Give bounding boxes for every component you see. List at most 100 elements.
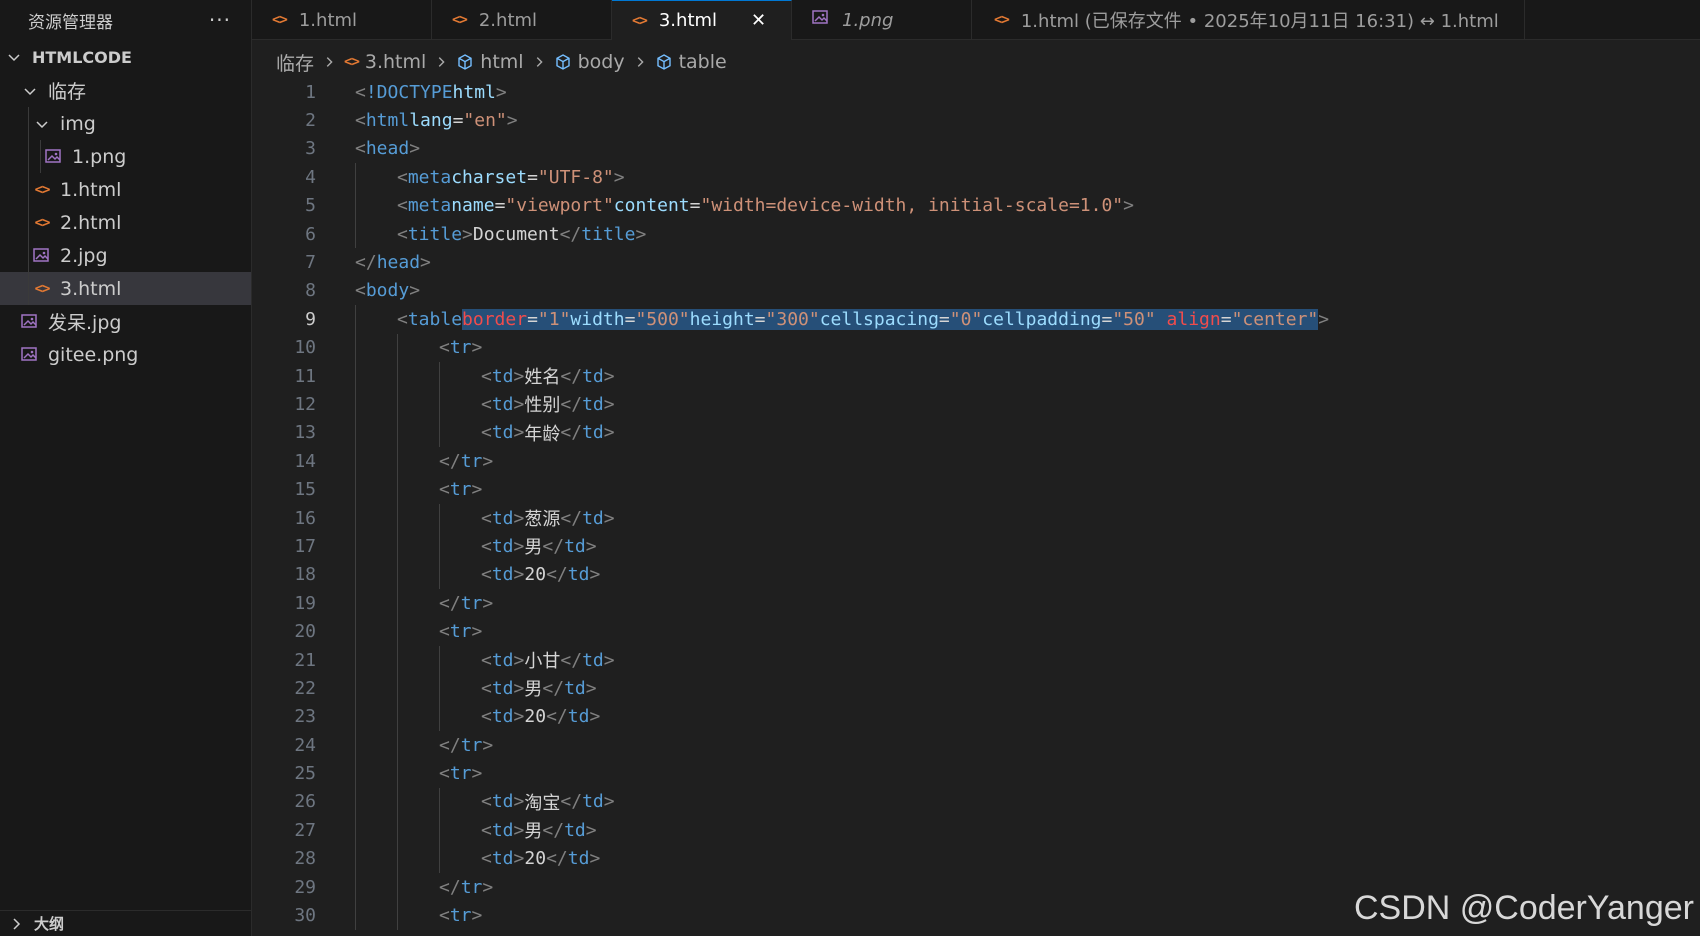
tab-3-html[interactable]: <> 3.html ✕ (612, 0, 792, 40)
line-number: 24 (294, 734, 316, 756)
line-number: 18 (294, 564, 316, 586)
breadcrumb-symbol-html[interactable]: html (456, 51, 524, 73)
image-file-icon (20, 346, 40, 363)
tab-1-png[interactable]: 1.png (792, 0, 972, 40)
tree-file-1-png[interactable]: 1.png (0, 140, 251, 173)
line-number: 16 (294, 507, 316, 529)
workspace-root[interactable]: HTMLCODE (0, 40, 251, 74)
code-line[interactable]: 24 </tr > (252, 730, 1700, 760)
code-line[interactable]: 19 </tr > (252, 589, 1700, 618)
chevron-down-icon (6, 49, 24, 65)
line-number: 5 (305, 195, 316, 217)
line-number: 6 (305, 223, 316, 245)
line-number: 15 (294, 479, 316, 501)
selected-text: border="1"width="500"height="300"cellspa… (462, 308, 1319, 330)
indent-guide (28, 206, 29, 239)
code-line[interactable]: 7 </head > (252, 248, 1700, 276)
code-line[interactable]: 15 < tr > (252, 475, 1700, 504)
code-line[interactable]: 26 < td > 淘宝 </td > (252, 787, 1700, 817)
code-line[interactable]: 10 < tr > (252, 333, 1700, 362)
code-line[interactable]: 1 < !DOCTYPE html > (252, 78, 1700, 106)
tree-item-label: 1.html (60, 178, 122, 201)
chevron-right-icon (532, 55, 546, 69)
tab-1-html[interactable]: <> 1.html (252, 0, 432, 40)
tab-diff-1-html[interactable]: <> 1.html (已保存文件 • 2025年10月11日 16:31) ↔ … (972, 0, 1525, 40)
html-file-icon: <> (272, 12, 288, 28)
line-number: 4 (305, 166, 316, 188)
html-file-icon: <> (632, 12, 648, 29)
indent-guide (40, 140, 41, 173)
line-number: 19 (294, 592, 316, 614)
code-editor[interactable]: 1 < !DOCTYPE html > 2 < html lang = "en" > 3 <… (252, 78, 1700, 936)
image-file-icon (32, 247, 52, 264)
code-line[interactable]: 13 < td > 年龄 </td > (252, 418, 1700, 448)
breadcrumb-symbol-body[interactable]: body (554, 51, 625, 73)
cube-icon (456, 53, 474, 71)
cube-icon (655, 53, 673, 71)
breadcrumb-folder[interactable]: 临存 (276, 49, 314, 76)
line-number: 1 (305, 81, 316, 103)
indent-guide (28, 140, 29, 173)
explorer-header: 资源管理器 ··· (0, 0, 251, 40)
close-icon[interactable]: ✕ (751, 10, 766, 31)
line-number: 26 (294, 791, 316, 813)
code-line[interactable]: 11 < td > 姓名 </td > (252, 361, 1700, 391)
tree-file-2-jpg[interactable]: 2.jpg (0, 239, 251, 272)
code-line[interactable]: 23 < td >20 </td > (252, 702, 1700, 731)
breadcrumb-file[interactable]: <> 3.html (344, 51, 426, 73)
html-file-icon: <> (994, 12, 1010, 28)
html-file-icon: <> (344, 54, 360, 70)
code-line[interactable]: 20 < tr > (252, 617, 1700, 646)
line-number: 20 (294, 621, 316, 643)
tree-folder-img[interactable]: img (0, 107, 251, 140)
image-file-icon (812, 9, 830, 31)
chevron-down-icon (22, 83, 40, 99)
tree-folder-linshi[interactable]: 临存 (0, 74, 251, 107)
code-line[interactable]: 27 < td > 男 </td > (252, 816, 1700, 845)
code-line[interactable]: 4 < meta charset = "UTF-8" > (252, 163, 1700, 192)
line-number: 30 (294, 905, 316, 927)
code-line-current[interactable]: 9 < table border="1"width="500"height="30… (252, 305, 1700, 334)
tree-file-3-html[interactable]: <> 3.html (0, 272, 251, 305)
indent-guide (28, 173, 29, 206)
tab-2-html[interactable]: <> 2.html (432, 0, 612, 40)
tab-label: 3.html (658, 10, 718, 31)
watermark: CSDN @CoderYanger (1353, 889, 1694, 927)
code-line[interactable]: 5 < meta name = "viewport" content = "width=d… (252, 191, 1700, 220)
indent-guide (28, 272, 29, 305)
code-line[interactable]: 16 < td > 葱源 </td > (252, 503, 1700, 533)
more-actions-icon[interactable]: ··· (209, 8, 231, 32)
tree-file-1-html[interactable]: <> 1.html (0, 173, 251, 206)
cube-icon (554, 53, 572, 71)
code-line[interactable]: 21 < td > 小甘 </td > (252, 645, 1700, 675)
code-line[interactable]: 14 </tr > (252, 447, 1700, 476)
chevron-right-icon (434, 55, 448, 69)
code-line[interactable]: 25 < tr > (252, 759, 1700, 788)
code-line[interactable]: 12 < td > 性别 </td > (252, 390, 1700, 419)
breadcrumb-symbol-table[interactable]: table (655, 51, 727, 73)
code-line[interactable]: 6 < title > Document </title > (252, 219, 1700, 249)
tree-file-fadai-jpg[interactable]: 发呆.jpg (0, 305, 251, 338)
code-line[interactable]: 22 < td > 男 </td > (252, 674, 1700, 703)
outline-section[interactable]: 大纲 (0, 910, 251, 936)
html-file-icon: <> (34, 214, 51, 231)
chevron-right-icon (8, 916, 26, 932)
code-line[interactable]: 3 < head > (252, 135, 1700, 163)
code-line[interactable]: 8 < body > (252, 277, 1700, 305)
chevron-right-icon (322, 55, 336, 69)
indent-guide (28, 239, 29, 272)
tree-item-label: gitee.png (48, 343, 139, 366)
tree-item-label: 发呆.jpg (48, 312, 122, 334)
tree-file-gitee-png[interactable]: gitee.png (0, 338, 251, 371)
code-line[interactable]: 2 < html lang = "en" > (252, 106, 1700, 134)
tab-label: 1.html (已保存文件 • 2025年10月11日 16:31) ↔ 1.h… (1020, 11, 1499, 32)
tree-file-2-html[interactable]: <> 2.html (0, 206, 251, 239)
line-number: 13 (294, 422, 316, 444)
outline-label: 大纲 (34, 915, 65, 933)
tab-label: 1.png (842, 9, 894, 31)
line-number: 11 (294, 365, 316, 387)
code-line[interactable]: 28 < td >20 </td > (252, 844, 1700, 873)
chevron-down-icon (34, 116, 52, 132)
code-line[interactable]: 18 < td >20 </td > (252, 560, 1700, 590)
code-line[interactable]: 17 < td > 男 </td > (252, 532, 1700, 561)
